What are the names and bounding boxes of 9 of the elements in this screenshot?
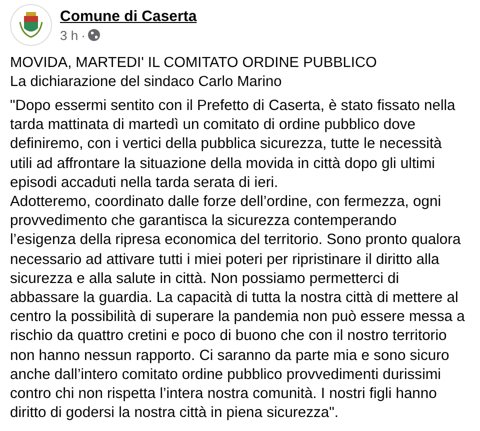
post-paragraph: "Dopo essermi sentito con il Prefetto di Caserta, è stato fissato nella tarda mattinata di martedì un comitato di ordine pubblico dove definiremo, con i vertici della pubblica sicurezza, tutte le necessità utili ad affrontare la situazione della movida in città dopo gli ultimi episodi accaduti nella tarda serata di ieri. [10,97,456,193]
crest-avatar[interactable] [10,4,52,46]
globe-icon[interactable] [88,29,100,41]
post-paragraph: Adotteremo, coordinato dalle forze dell’ordine, con fermezza, ogni provvedimento che garantisca la sicurezza contemperando l’esigenza della ripresa economica del territorio. Sono pronto qualora necessario ad attivare tutti i miei poteri per ripristinare il diritto alla sicurezza e alla salute in città. Non possiamo permetterci di abbassare la guardia. La capacità di tutta la nostra città di mettere al centro la possibilità di superare la pandemia non può essere messa a rischio da quattro cretini e poco di buono che con il nostro territorio non hanno nessun rapporto. Ci saranno da parte mia e sono sicuro anche dall’intero comitato ordine pubblico provvedimenti durissimi contro chi non rispetta l’intera nostra comunità. I nostri figli hanno diritto di godersi la nostra città in piena sicurezza". [10,193,466,424]
post-time[interactable]: 3 h [60,28,78,42]
headline-line: La dichiarazione del sindaco Carlo Marino [10,73,283,92]
headline-line: MOVIDA, MARTEDI' IL COMITATO ORDINE PUBBLICO [10,54,378,73]
separator-dot: · [81,28,86,42]
page-name-link[interactable]: Comune di Caserta [60,8,197,24]
